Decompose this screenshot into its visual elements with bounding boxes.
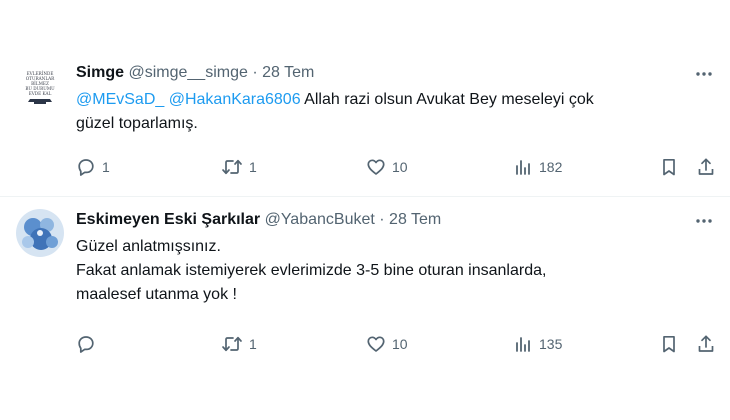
display-name[interactable]: Simge [76,64,124,81]
timestamp[interactable]: 28 Tem [389,211,441,228]
mention-link[interactable]: @MEvSaD_ [76,91,164,108]
bookmark-icon [663,335,675,353]
views-icon [516,337,530,352]
tweet-text-line: @MEvSaD_ @HakanKara6806 Allah razi olsun… [76,88,716,112]
repost-button[interactable]: 1 [221,333,257,355]
tweet-text: @MEvSaD_ @HakanKara6806 Allah razi olsun… [76,88,716,136]
avatar[interactable] [16,209,64,257]
tweet-text-line: güzel toparlamış. [76,115,198,132]
tweet-text-line: maalesef utanma yok ! [76,286,237,303]
tweet-text: Güzel anlatmışsınız. Fakat anlamak istem… [76,235,716,307]
views-button[interactable]: 182 [513,156,562,178]
view-count: 135 [539,336,563,352]
more-horizontal-icon [696,219,712,223]
share-icon [698,335,714,352]
bookmark-button[interactable] [659,156,679,178]
like-count: 10 [392,159,408,175]
separator-dot: · [252,64,258,81]
action-bar: 1 10 135 [76,333,726,355]
tweet-text-segment: Allah razi olsun Avukat Bey meseleyi çok [300,91,594,108]
bookmark-icon [663,158,675,176]
views-button[interactable]: 135 [513,333,562,355]
timestamp[interactable]: 28 Tem [262,64,314,81]
share-button[interactable] [696,156,716,178]
tweet[interactable]: Eskimeyen Eski Şarkılar @YabancBuket · 2… [0,197,730,367]
reply-button[interactable]: 1 [76,156,110,178]
reply-icon [78,336,94,353]
mention-link[interactable]: @HakanKara6806 [169,91,301,108]
views-icon [516,160,530,175]
tweet-text-line: Güzel anlatmışsınız. [76,238,221,255]
share-icon [698,158,714,175]
action-bar: 1 1 10 182 [76,156,726,178]
like-count: 10 [392,336,408,352]
tweet-text-line: Fakat anlamak istemiyerek evlerimizde 3-… [76,262,547,279]
display-name[interactable]: Eskimeyen Eski Şarkılar [76,211,260,228]
handle[interactable]: @YabancBuket [265,211,375,228]
reply-count: 1 [102,159,110,175]
more-options-button[interactable] [694,211,714,231]
share-button[interactable] [696,333,716,355]
reply-button[interactable] [76,333,102,355]
like-icon [367,159,385,175]
repost-count: 1 [249,159,257,175]
repost-count: 1 [249,336,257,352]
avatar-text-line: EVDE KAL [29,91,52,96]
more-options-button[interactable] [694,64,714,84]
separator-dot: · [379,211,385,228]
like-button[interactable]: 10 [366,333,408,355]
more-horizontal-icon [696,72,712,76]
like-icon [367,336,385,352]
repost-icon [222,336,242,352]
handle[interactable]: @simge__simge [128,64,247,81]
tweet-header: Simge @simge__simge · 28 Tem [76,63,314,83]
reply-icon [78,159,94,176]
repost-button[interactable]: 1 [221,156,257,178]
avatar[interactable]: EVLERİNDE OTURANLAR BİLMEZ BU DURUMU EVD… [16,62,64,110]
view-count: 182 [539,159,563,175]
repost-icon [222,159,242,175]
like-button[interactable]: 10 [366,156,408,178]
bookmark-button[interactable] [659,333,679,355]
tweet-header: Eskimeyen Eski Şarkılar @YabancBuket · 2… [76,210,441,230]
tweet[interactable]: EVLERİNDE OTURANLAR BİLMEZ BU DURUMU EVD… [0,50,730,196]
